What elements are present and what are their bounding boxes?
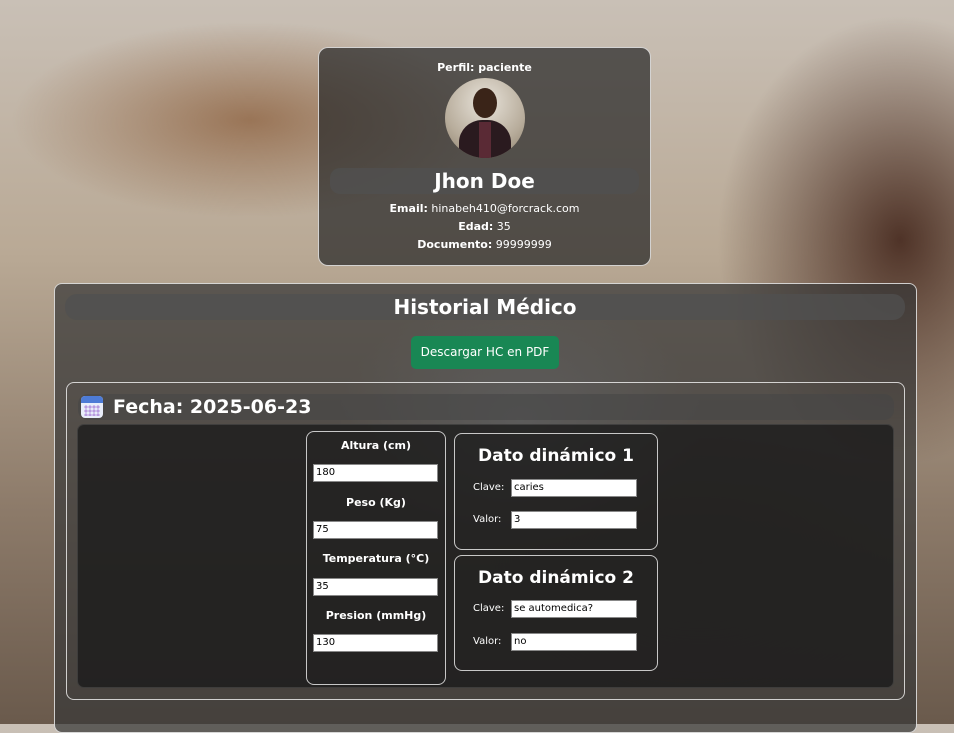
dynamic-data-2: Dato dinámico 2 Clave: se automedica? Va… xyxy=(454,555,658,671)
calendar-icon xyxy=(81,396,103,418)
profile-role: Perfil: paciente xyxy=(437,61,532,74)
entry-date-bar: Fecha: 2025-06-23 xyxy=(78,394,894,420)
clave-input[interactable]: caries xyxy=(511,479,637,497)
temperature-input[interactable]: 35 xyxy=(313,578,438,596)
dynamic-data-2-title: Dato dinámico 2 xyxy=(478,568,634,588)
medical-history-panel: Historial Médico Descargar HC en PDF Fec… xyxy=(54,283,917,733)
entry-date: Fecha: 2025-06-23 xyxy=(113,396,312,418)
temperature-label: Temperatura (°C) xyxy=(322,552,430,565)
dynamic-data-1: Dato dinámico 1 Clave: caries Valor: 3 xyxy=(454,433,658,550)
profile-email: Email: hinabeh410@forcrack.com xyxy=(389,202,580,215)
history-title: Historial Médico xyxy=(65,294,905,320)
weight-input[interactable]: 75 xyxy=(313,521,438,539)
weight-label: Peso (Kg) xyxy=(346,496,406,509)
height-input[interactable]: 180 xyxy=(313,464,438,482)
height-label: Altura (cm) xyxy=(340,439,412,452)
valor-label: Valor: xyxy=(473,636,502,647)
profile-age: Edad: 35 xyxy=(458,220,511,233)
pressure-input[interactable]: 130 xyxy=(313,634,438,652)
profile-document: Documento: 99999999 xyxy=(417,238,552,251)
clave-label: Clave: xyxy=(473,482,505,493)
history-entry: Fecha: 2025-06-23 Altura (cm) 180 Peso (… xyxy=(66,382,905,700)
valor-input[interactable]: no xyxy=(511,633,637,651)
vitals-box: Altura (cm) 180 Peso (Kg) 75 Temperatura… xyxy=(306,431,446,685)
valor-label: Valor: xyxy=(473,514,502,525)
profile-card: Perfil: paciente Jhon Doe Email: hinabeh… xyxy=(318,47,651,266)
entry-content: Altura (cm) 180 Peso (Kg) 75 Temperatura… xyxy=(77,424,894,688)
clave-input[interactable]: se automedica? xyxy=(511,600,637,618)
profile-name: Jhon Doe xyxy=(330,168,639,194)
pressure-label: Presion (mmHg) xyxy=(325,609,427,622)
dynamic-data-1-title: Dato dinámico 1 xyxy=(478,446,634,466)
avatar xyxy=(445,78,525,158)
download-pdf-button[interactable]: Descargar HC en PDF xyxy=(411,336,559,369)
valor-input[interactable]: 3 xyxy=(511,511,637,529)
clave-label: Clave: xyxy=(473,603,505,614)
